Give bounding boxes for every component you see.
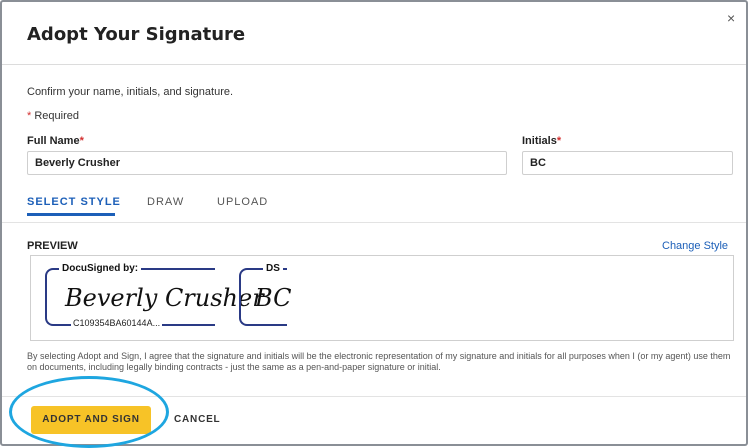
active-tab-indicator: [27, 213, 115, 216]
tab-draw[interactable]: DRAW: [147, 196, 184, 208]
required-note: * Required: [27, 110, 79, 122]
instruction-text: Confirm your name, initials, and signatu…: [27, 86, 234, 98]
initials-ds-label: DS: [263, 263, 283, 274]
full-name-label: Full Name*: [27, 135, 84, 147]
legal-disclaimer: By selecting Adopt and Sign, I agree tha…: [27, 351, 731, 372]
preview-label: PREVIEW: [27, 240, 78, 252]
full-name-input[interactable]: [27, 151, 507, 175]
initials-input[interactable]: [522, 151, 733, 175]
adopt-and-sign-button[interactable]: ADOPT AND SIGN: [31, 406, 151, 434]
footer-divider: [2, 396, 746, 397]
dialog-header: Adopt Your Signature ×: [2, 2, 746, 65]
required-label: Required: [34, 110, 79, 122]
tab-upload[interactable]: UPLOAD: [217, 196, 268, 208]
signature-envelope-id: C109354BA60144A...: [71, 318, 163, 328]
adopt-signature-dialog: Adopt Your Signature × Confirm your name…: [0, 0, 748, 446]
cancel-button[interactable]: CANCEL: [174, 406, 220, 434]
signature-text: Beverly Crusher: [65, 284, 264, 312]
dialog-title: Adopt Your Signature: [27, 24, 246, 45]
required-star: *: [27, 110, 32, 122]
initials-text: BC: [255, 284, 292, 312]
signature-preview-box: DocuSigned by: Beverly Crusher C109354BA…: [30, 255, 734, 341]
change-style-link[interactable]: Change Style: [662, 240, 728, 252]
initials-label: Initials*: [522, 135, 562, 147]
tabs-divider: [2, 222, 746, 223]
tab-select-style[interactable]: SELECT STYLE: [27, 196, 121, 208]
docusigned-by-label: DocuSigned by:: [59, 263, 142, 274]
close-icon[interactable]: ×: [727, 10, 735, 26]
